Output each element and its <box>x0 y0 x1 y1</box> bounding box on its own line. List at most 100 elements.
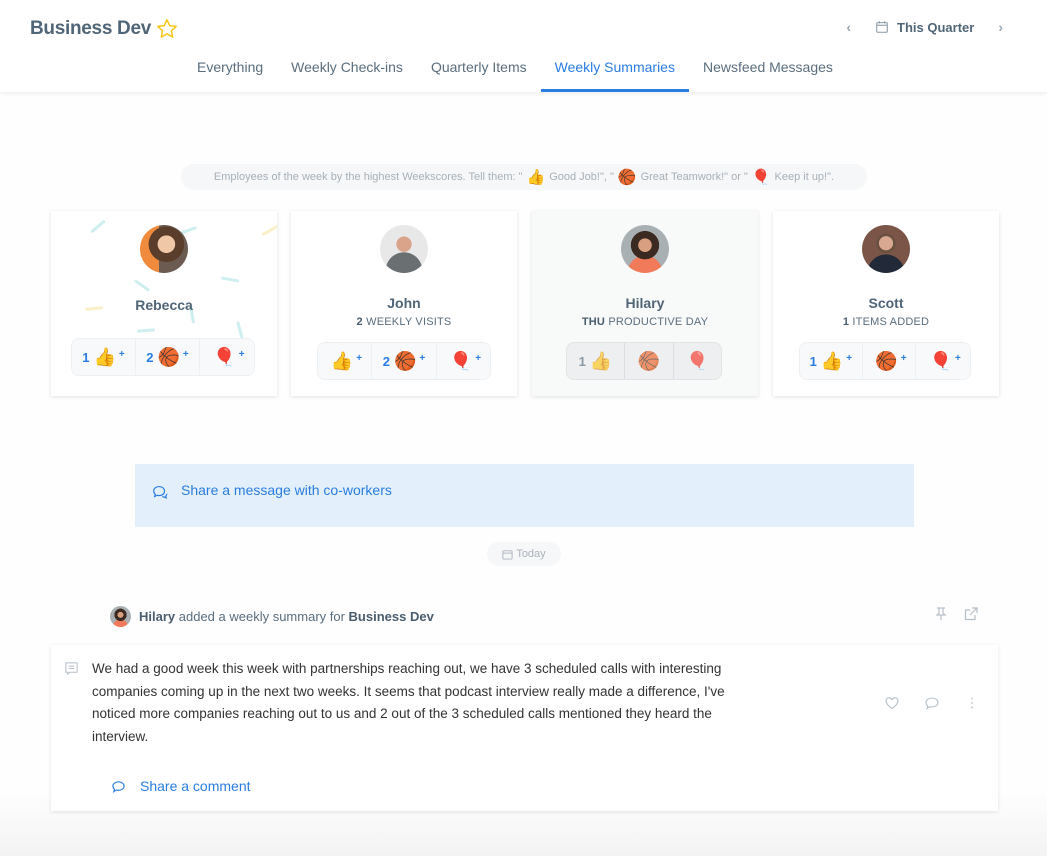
external-link-icon[interactable] <box>963 606 979 622</box>
feed-item-tools <box>933 606 979 622</box>
balloon-icon: 🎈 <box>751 169 771 186</box>
plus-icon: + <box>356 352 363 364</box>
employee-stat: 1 ITEMS ADDED <box>773 316 999 328</box>
reaction-good-job[interactable]: 1 👍 <box>567 343 625 379</box>
reaction-group: 1 👍 🏀 🎈 <box>566 342 722 380</box>
employee-name: Hilary <box>625 295 665 311</box>
confetti <box>136 328 156 333</box>
reaction-count: 1 <box>82 349 90 365</box>
thumbs-up-icon: 👍 <box>93 346 116 367</box>
weekly-summary-post: We had a good week this week with partne… <box>51 645 998 811</box>
avatar[interactable] <box>140 225 188 273</box>
basketball-icon: 🏀 <box>875 350 898 371</box>
plus-icon: + <box>238 348 245 360</box>
comment-icon <box>112 780 125 793</box>
plus-icon: + <box>846 352 853 364</box>
balloon-icon: 🎈 <box>213 346 236 367</box>
reaction-good-job[interactable]: 👍 + <box>318 343 372 379</box>
chevron-left-icon[interactable]: ‹ <box>838 19 859 35</box>
employee-card: Rebecca 1 👍 + 2 🏀 + 🎈 + <box>51 211 277 396</box>
employee-name: Scott <box>868 295 904 311</box>
team-link[interactable]: Business Dev <box>349 609 434 624</box>
reaction-great-teamwork[interactable]: 🏀 <box>625 343 674 379</box>
reaction-keep-it-up[interactable]: 🎈 + <box>200 339 254 375</box>
period-label[interactable]: This Quarter <box>897 20 974 35</box>
feed-item-header: Hilary added a weekly summary for Busine… <box>110 606 434 627</box>
balloon-icon: 🎈 <box>449 350 473 371</box>
reaction-good-job[interactable]: 1 👍 + <box>72 339 136 375</box>
star-icon[interactable] <box>155 17 179 41</box>
employee-name: Rebecca <box>135 297 193 313</box>
confetti <box>133 279 151 292</box>
thumbs-up-icon: 👍 <box>589 350 613 371</box>
employee-card: John 2 WEEKLY VISITS 👍 + 2 🏀 + 🎈 + <box>291 211 517 396</box>
stat-label: WEEKLY VISITS <box>366 316 452 328</box>
reaction-count: 1 <box>578 353 586 369</box>
comment-icon[interactable] <box>924 695 940 711</box>
share-comment-label: Share a comment <box>140 778 251 794</box>
balloon-icon: 🎈 <box>686 350 709 371</box>
heart-icon[interactable] <box>884 695 900 711</box>
reaction-great-teamwork[interactable]: 2 🏀 + <box>136 339 200 375</box>
author-name[interactable]: Hilary <box>139 609 175 624</box>
plus-icon: + <box>475 352 482 364</box>
reaction-count: 2 <box>146 349 154 365</box>
stat-label: PRODUCTIVE DAY <box>608 316 709 328</box>
plus-icon: + <box>900 352 907 364</box>
stat-value: 1 <box>842 316 850 328</box>
reaction-keep-it-up[interactable]: 🎈 + <box>916 343 970 379</box>
stat-value: 2 <box>356 316 363 328</box>
share-message-label: Share a message with co-workers <box>181 482 392 498</box>
reaction-group: 1 👍 + 2 🏀 + 🎈 + <box>71 338 255 376</box>
tab-quarterly-items[interactable]: Quarterly Items <box>417 50 541 92</box>
avatar[interactable] <box>110 606 131 627</box>
hint-text: Employees of the week by the highest Wee… <box>213 171 523 183</box>
share-comment-button[interactable]: Share a comment <box>111 778 251 794</box>
reaction-great-teamwork[interactable]: 2 🏀 + <box>372 343 437 379</box>
chat-bubbles-icon <box>153 486 168 499</box>
balloon-icon: 🎈 <box>929 350 952 371</box>
thumbs-up-icon: 👍 <box>820 350 844 371</box>
reaction-keep-it-up[interactable]: 🎈 <box>674 343 721 379</box>
reaction-group: 👍 + 2 🏀 + 🎈 + <box>317 342 491 380</box>
chevron-right-icon[interactable]: › <box>990 19 1011 35</box>
thumbs-up-icon: 👍 <box>526 169 546 186</box>
avatar[interactable] <box>862 225 910 273</box>
employees-of-week-hint: Employees of the week by the highest Wee… <box>181 164 867 190</box>
tab-newsfeed-messages[interactable]: Newsfeed Messages <box>689 50 847 92</box>
plus-icon: + <box>182 348 189 360</box>
feed-action: added a weekly summary for <box>175 609 349 624</box>
reaction-keep-it-up[interactable]: 🎈 + <box>437 343 490 379</box>
confetti <box>90 219 106 234</box>
plus-icon: + <box>118 348 125 360</box>
hint-text: Keep it up!". <box>774 171 835 183</box>
basketball-icon: 🏀 <box>393 350 417 371</box>
date-label: Today <box>516 548 546 560</box>
confetti <box>261 224 277 237</box>
plus-icon: + <box>419 352 426 364</box>
more-options-icon[interactable] <box>964 695 980 711</box>
basketball-icon: 🏀 <box>617 169 637 186</box>
reaction-great-teamwork[interactable]: 🏀 + <box>863 343 917 379</box>
avatar[interactable] <box>380 225 428 273</box>
thumbs-up-icon: 👍 <box>330 350 354 371</box>
summary-icon <box>65 662 78 676</box>
confetti <box>236 321 244 340</box>
tab-bar: Everything Weekly Check-ins Quarterly It… <box>183 50 847 92</box>
avatar[interactable] <box>621 225 669 273</box>
tab-weekly-check-ins[interactable]: Weekly Check-ins <box>277 50 417 92</box>
tab-everything[interactable]: Everything <box>183 50 277 92</box>
pin-icon[interactable] <box>933 606 949 622</box>
post-body: We had a good week this week with partne… <box>92 661 725 744</box>
share-message-button[interactable]: Share a message with co-workers <box>135 464 914 527</box>
hint-text: Good Job!", " <box>549 171 614 183</box>
tab-weekly-summaries[interactable]: Weekly Summaries <box>540 50 690 92</box>
post-actions <box>884 695 980 711</box>
stat-label: ITEMS ADDED <box>852 316 930 328</box>
plus-icon: + <box>954 352 961 364</box>
reaction-good-job[interactable]: 1 👍 + <box>800 343 863 379</box>
reaction-count: 2 <box>382 353 390 369</box>
hint-text: Great Teamwork!" or " <box>640 171 748 183</box>
confetti <box>220 276 240 283</box>
basketball-icon: 🏀 <box>157 346 180 367</box>
